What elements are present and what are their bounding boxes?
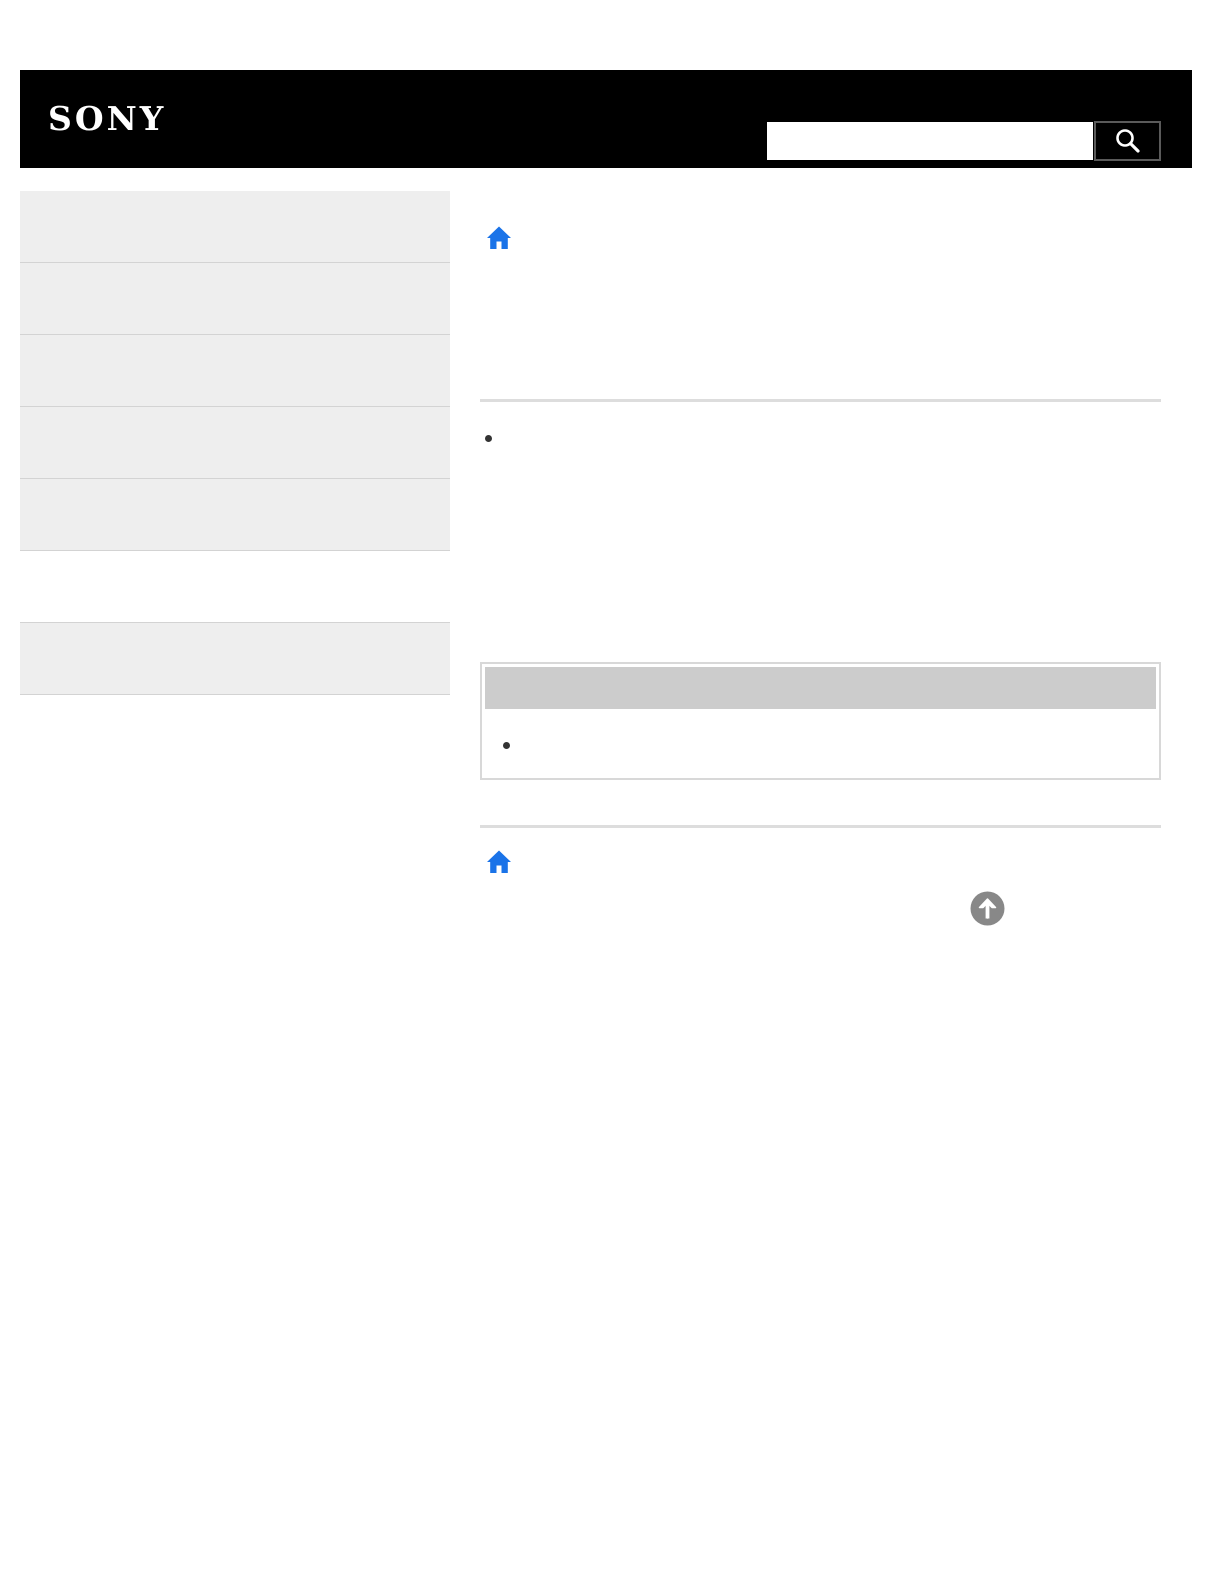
note-box	[480, 662, 1161, 780]
note-header	[485, 667, 1156, 709]
home-link-bottom[interactable]	[486, 849, 512, 875]
list-bullet	[485, 435, 492, 442]
content-divider	[480, 399, 1161, 402]
note-list-bullet	[503, 742, 510, 749]
sidebar-item[interactable]	[20, 407, 450, 479]
sidebar-item[interactable]	[20, 335, 450, 407]
footer-divider	[480, 825, 1161, 828]
back-to-top-button[interactable]	[970, 891, 1005, 926]
search-button[interactable]	[1094, 121, 1161, 161]
arrow-up-circle-icon	[970, 891, 1005, 926]
home-icon	[487, 226, 511, 249]
sidebar-nav	[20, 191, 450, 695]
site-header: SONY	[20, 70, 1192, 168]
search-input[interactable]	[767, 122, 1093, 160]
sidebar-item[interactable]	[20, 263, 450, 335]
sidebar-item[interactable]	[20, 479, 450, 551]
search-icon	[1115, 129, 1140, 153]
sidebar-item[interactable]	[20, 623, 450, 695]
sidebar-item[interactable]	[20, 551, 450, 623]
home-link[interactable]	[486, 225, 512, 251]
sidebar-item[interactable]	[20, 191, 450, 263]
home-icon	[487, 850, 511, 873]
sony-logo[interactable]: SONY	[48, 100, 166, 138]
